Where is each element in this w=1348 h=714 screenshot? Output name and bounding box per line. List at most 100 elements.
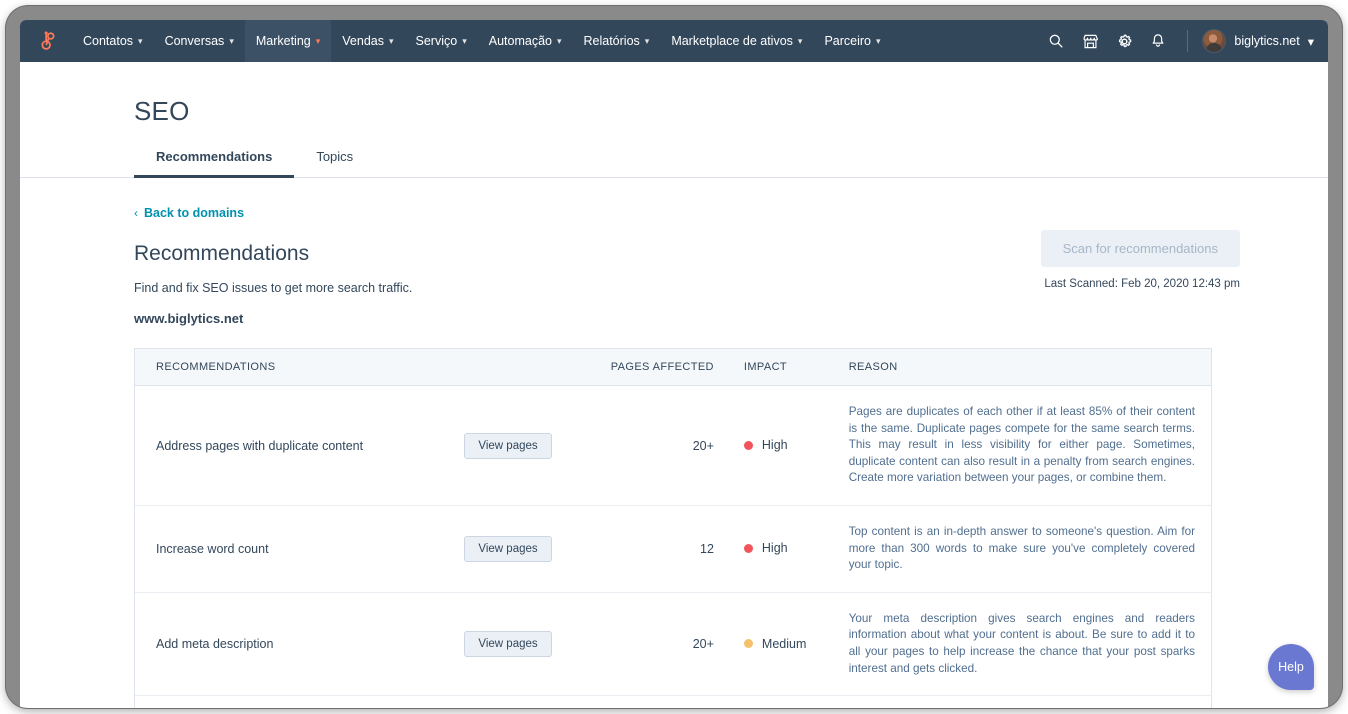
nav-item-automacao[interactable]: Automação ▾ (478, 20, 573, 62)
view-pages-button[interactable]: View pages (464, 536, 551, 562)
settings-gear-icon[interactable] (1109, 26, 1139, 56)
section-title: Recommendations (134, 242, 1041, 266)
recommendation-name: Add meta description (135, 637, 464, 651)
impact-dot-icon (744, 639, 753, 648)
page-tabs: Recommendations Topics (20, 127, 1328, 178)
nav-item-marketplace-de-ativos[interactable]: Marketplace de ativos ▾ (660, 20, 813, 62)
browser-viewport: Contatos ▾ Conversas ▾ Marketing ▾ Venda… (20, 20, 1328, 708)
avatar (1202, 29, 1226, 53)
tab-label: Topics (316, 149, 353, 164)
view-pages-button[interactable]: View pages (464, 433, 551, 459)
help-button[interactable]: Help (1268, 644, 1314, 690)
chevron-left-icon: ‹ (134, 206, 138, 220)
nav-item-label: Serviço (416, 34, 458, 48)
chevron-down-icon: ▾ (138, 37, 143, 46)
nav-item-label: Marketplace de ativos (671, 34, 793, 48)
impact-badge: High (744, 438, 788, 452)
reason-text: Top content is an in-depth answer to som… (849, 524, 1211, 574)
nav-divider (1187, 30, 1188, 52)
impact-label: Medium (762, 637, 806, 651)
nav-item-label: Parceiro (824, 34, 871, 48)
nav-item-relatorios[interactable]: Relatórios ▾ (573, 20, 661, 62)
primary-nav-items: Contatos ▾ Conversas ▾ Marketing ▾ Venda… (72, 20, 892, 62)
chevron-down-icon: ▾ (462, 37, 467, 46)
table-row[interactable]: Address pages with duplicate title tags … (135, 696, 1211, 708)
nav-item-label: Contatos (83, 34, 133, 48)
nav-item-servico[interactable]: Serviço ▾ (405, 20, 478, 62)
reason-text: Your meta description gives search engin… (849, 611, 1211, 677)
view-pages-button[interactable]: View pages (464, 631, 551, 657)
nav-item-vendas[interactable]: Vendas ▾ (331, 20, 404, 62)
pages-affected-value: 20+ (609, 439, 714, 453)
chevron-down-icon: ▾ (798, 37, 803, 46)
nav-item-label: Conversas (165, 34, 225, 48)
impact-dot-icon (744, 441, 753, 450)
marketplace-icon[interactable] (1075, 26, 1105, 56)
nav-item-marketing[interactable]: Marketing ▾ (245, 20, 331, 62)
account-name: biglytics.net (1234, 34, 1299, 48)
table-row[interactable]: Add meta description View pages 20+ Medi… (135, 593, 1211, 696)
pages-affected-value: 12 (609, 542, 714, 556)
recommendations-heading-row: Recommendations Find and fix SEO issues … (134, 222, 1240, 326)
chevron-down-icon: ▾ (229, 37, 234, 46)
page-header: SEO Recommendations Topics (20, 62, 1328, 178)
chevron-down-icon: ▾ (1308, 34, 1314, 49)
nav-item-label: Marketing (256, 34, 311, 48)
account-menu[interactable]: biglytics.net ▾ (1202, 29, 1314, 53)
column-header-impact: IMPACT (714, 361, 849, 373)
nav-utility-area: biglytics.net ▾ (1041, 20, 1328, 62)
chevron-down-icon: ▾ (316, 37, 321, 46)
view-pages-cell: View pages (464, 536, 609, 562)
chevron-down-icon: ▾ (557, 37, 562, 46)
column-header-recommendations: RECOMMENDATIONS (135, 361, 464, 373)
column-header-spacer (464, 361, 609, 373)
table-header-row: RECOMMENDATIONS PAGES AFFECTED IMPACT RE… (135, 349, 1211, 386)
view-pages-cell: View pages (464, 631, 609, 657)
nav-item-parceiro[interactable]: Parceiro ▾ (813, 20, 891, 62)
impact-label: High (762, 438, 788, 452)
nav-item-contatos[interactable]: Contatos ▾ (72, 20, 154, 62)
back-to-domains-link[interactable]: ‹ Back to domains (134, 206, 244, 220)
section-subtitle: Find and fix SEO issues to get more sear… (134, 281, 1041, 295)
domain-label: www.biglytics.net (134, 311, 1041, 326)
scan-for-recommendations-button[interactable]: Scan for recommendations (1041, 230, 1240, 267)
top-navigation-bar: Contatos ▾ Conversas ▾ Marketing ▾ Venda… (20, 20, 1328, 62)
recommendation-name: Address pages with duplicate content (135, 439, 464, 453)
notifications-bell-icon[interactable] (1143, 26, 1173, 56)
table-row[interactable]: Address pages with duplicate content Vie… (135, 386, 1211, 506)
chevron-down-icon: ▾ (876, 37, 881, 46)
impact-badge: High (744, 541, 788, 555)
tab-recommendations[interactable]: Recommendations (134, 149, 294, 178)
pages-affected-value: 20+ (609, 637, 714, 651)
view-pages-cell: View pages (464, 433, 609, 459)
nav-item-conversas[interactable]: Conversas ▾ (154, 20, 245, 62)
nav-item-label: Vendas (342, 34, 384, 48)
page-title: SEO (20, 62, 1328, 127)
device-frame: Contatos ▾ Conversas ▾ Marketing ▾ Venda… (6, 6, 1342, 708)
impact-cell: High (714, 437, 849, 455)
hubspot-sprocket-icon[interactable] (20, 20, 72, 62)
chevron-down-icon: ▾ (389, 37, 394, 46)
search-icon[interactable] (1041, 26, 1071, 56)
back-link-label: Back to domains (144, 206, 244, 220)
nav-item-label: Relatórios (584, 34, 640, 48)
impact-cell: High (714, 540, 849, 558)
impact-dot-icon (744, 544, 753, 553)
heading-text-block: Recommendations Find and fix SEO issues … (134, 222, 1041, 326)
tab-topics[interactable]: Topics (294, 149, 375, 178)
scan-block: Scan for recommendations Last Scanned: F… (1041, 222, 1240, 290)
chevron-down-icon: ▾ (645, 37, 650, 46)
tab-label: Recommendations (156, 149, 272, 164)
last-scanned-text: Last Scanned: Feb 20, 2020 12:43 pm (1041, 278, 1240, 290)
main-content: ‹ Back to domains Recommendations Find a… (20, 178, 1328, 708)
reason-text: Pages are duplicates of each other if at… (849, 404, 1211, 487)
impact-cell: Medium (714, 635, 849, 653)
recommendation-name: Increase word count (135, 542, 464, 556)
impact-badge: Medium (744, 637, 806, 651)
table-row[interactable]: Increase word count View pages 12 High T… (135, 506, 1211, 593)
column-header-reason: REASON (849, 361, 1211, 373)
column-header-pages-affected: PAGES AFFECTED (609, 361, 714, 373)
recommendations-table: RECOMMENDATIONS PAGES AFFECTED IMPACT RE… (134, 348, 1212, 708)
impact-label: High (762, 541, 788, 555)
nav-item-label: Automação (489, 34, 552, 48)
